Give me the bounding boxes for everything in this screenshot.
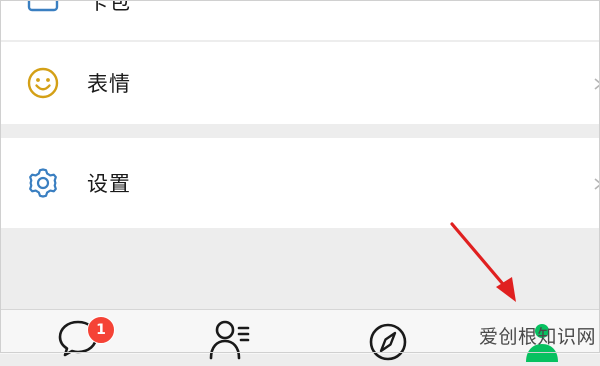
gear-icon — [26, 166, 60, 200]
tab-contacts-icon[interactable] — [208, 318, 252, 362]
menu-item-label: 表情 — [87, 72, 131, 96]
menu-item-settings[interactable]: 设置 — [0, 138, 600, 228]
tab-discover-compass-icon[interactable] — [366, 318, 410, 362]
menu-item-card-wallet[interactable]: 卡包 — [0, 0, 600, 40]
menu-item-label: 卡包 — [87, 0, 131, 14]
menu-item-label: 设置 — [87, 172, 131, 196]
watermark-text: 爱创根知识网 — [478, 326, 596, 348]
chevron-right-icon — [592, 76, 600, 90]
unread-badge: 1 — [87, 316, 115, 344]
smiley-face-icon — [26, 66, 60, 100]
menu-item-emoji[interactable]: 表情 — [0, 42, 600, 124]
card-wallet-icon — [26, 0, 60, 16]
section-gap — [0, 124, 600, 138]
chevron-right-icon — [592, 176, 600, 190]
